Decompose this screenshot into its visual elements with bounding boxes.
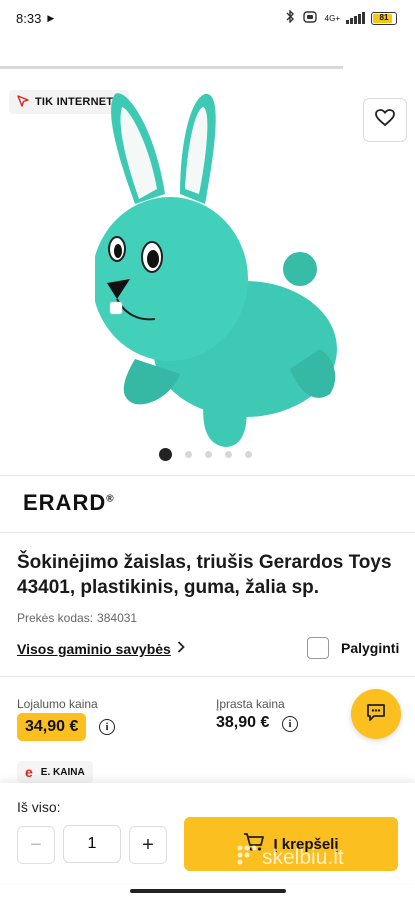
- all-properties-label: Visos gaminio savybės: [17, 641, 171, 657]
- info-icon[interactable]: i: [282, 716, 298, 732]
- quantity-decrease-button[interactable]: −: [17, 826, 55, 864]
- divider: [0, 532, 415, 533]
- regular-price-label: Įprasta kaina: [216, 697, 285, 711]
- gallery-dot[interactable]: [205, 451, 212, 458]
- watermark-dots-icon: [236, 844, 258, 872]
- cart-bar: Iš viso: − + Į krepšelį: [0, 783, 415, 883]
- sku-label: Prekės kodas:: [17, 611, 94, 625]
- status-right: 4G+ 81: [285, 9, 397, 26]
- gallery-dot-active[interactable]: [159, 448, 172, 461]
- favorite-button[interactable]: [363, 98, 407, 142]
- e-price-icon: e: [25, 764, 33, 780]
- regular-price-value: 38,90 €: [216, 714, 270, 731]
- quantity-input[interactable]: [63, 825, 121, 863]
- all-properties-link[interactable]: Visos gaminio savybės: [17, 640, 185, 658]
- e-price-label: E. KAINA: [40, 766, 85, 778]
- loyalty-price-label: Lojalumo kaina: [17, 697, 98, 711]
- product-title: Šokinėjimo žaislas, triušis Gerardos Toy…: [17, 552, 392, 598]
- status-time: 8:33: [16, 10, 42, 26]
- info-icon[interactable]: i: [99, 719, 115, 735]
- product-image[interactable]: [95, 89, 345, 459]
- compare-checkbox[interactable]: [307, 637, 329, 659]
- gallery-dot[interactable]: [185, 451, 192, 458]
- play-icon: ▶: [47, 12, 55, 23]
- chat-icon: [365, 701, 387, 728]
- sku-value: 384031: [97, 611, 138, 625]
- battery-icon: 81: [371, 11, 397, 25]
- vibrate-icon: [301, 10, 319, 26]
- brand-logo[interactable]: ERARD®: [23, 490, 115, 516]
- e-price-badge: e E. KAINA: [17, 761, 93, 783]
- loyalty-price-value: 34,90 €: [17, 713, 87, 741]
- gallery-dot[interactable]: [245, 451, 252, 458]
- cursor-icon: [17, 94, 29, 110]
- compare-label: Palyginti: [341, 640, 400, 656]
- product-sku: Prekės kodas: 384031: [17, 611, 137, 625]
- status-left: 8:33 ▶: [16, 11, 54, 26]
- compare-toggle[interactable]: Palyginti: [307, 637, 399, 659]
- watermark-text: skelbiu.lt: [262, 846, 344, 869]
- gallery-pagination: [159, 448, 252, 461]
- brand-name: ERARD: [23, 490, 107, 515]
- watermark: skelbiu.lt: [236, 844, 344, 872]
- chat-button[interactable]: [351, 689, 401, 739]
- quantity-increase-button[interactable]: +: [129, 826, 167, 864]
- divider: [0, 676, 415, 677]
- status-bar: 8:33 ▶ 4G+ 81: [0, 0, 415, 36]
- gesture-nav-handle[interactable]: [130, 889, 286, 893]
- gallery-dot[interactable]: [225, 451, 232, 458]
- page-load-progress: [0, 66, 343, 69]
- signal-icon: [346, 12, 365, 24]
- divider: [0, 475, 415, 476]
- network-label: 4G+: [324, 13, 340, 23]
- bluetooth-icon: [285, 9, 295, 26]
- battery-level: 81: [379, 12, 389, 22]
- product-gallery[interactable]: TIK INTERNETU: [0, 84, 415, 474]
- heart-icon: [375, 108, 395, 132]
- brand-mark: ®: [106, 493, 115, 505]
- chevron-right-icon: [177, 640, 185, 658]
- total-label: Iš viso:: [17, 799, 61, 815]
